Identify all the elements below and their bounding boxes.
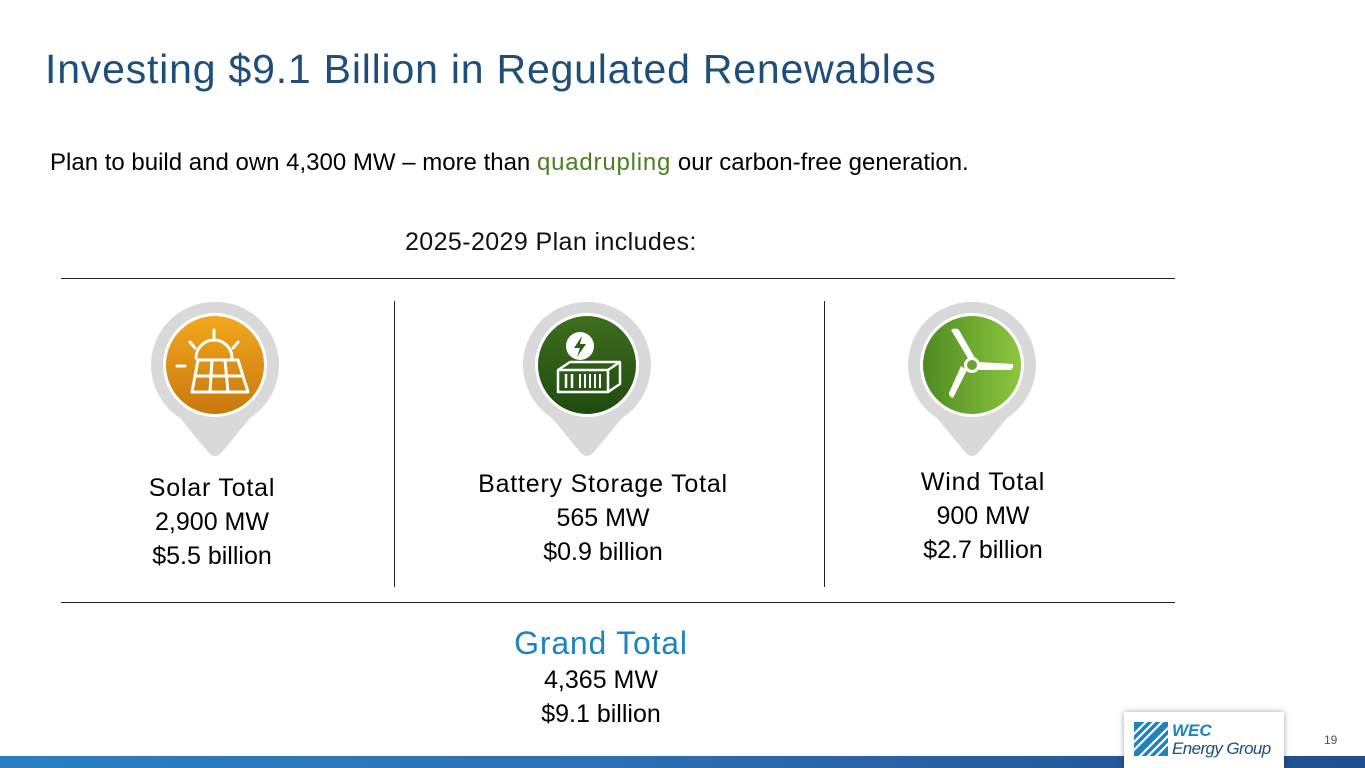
solar-summary: Solar Total 2,900 MW $5.5 billion — [112, 471, 312, 573]
solar-capacity: 2,900 MW — [155, 508, 269, 536]
wind-label: Wind Total — [920, 468, 1046, 496]
wind-summary: Wind Total 900 MW $2.7 billion — [883, 465, 1083, 567]
column-divider-1 — [394, 301, 395, 587]
solar-label: Solar Total — [148, 474, 276, 502]
battery-label: Battery Storage Total — [478, 470, 728, 498]
slide-title: Investing $9.1 Billion in Regulated Rene… — [45, 46, 937, 92]
plan-heading: 2025-2029 Plan includes: — [405, 228, 697, 256]
subtitle-text-start: Plan to build and own 4,300 MW – more th… — [50, 149, 537, 176]
bottom-divider — [61, 602, 1175, 603]
subtitle-highlight: quadrupling — [536, 149, 672, 176]
solar-investment: $5.5 billion — [152, 542, 272, 570]
solar-panel-icon — [150, 300, 280, 460]
top-divider — [61, 278, 1175, 279]
battery-storage-icon — [522, 300, 652, 460]
subtitle-text-end: our carbon-free generation. — [671, 149, 969, 176]
battery-summary: Battery Storage Total 565 MW $0.9 billio… — [443, 467, 763, 569]
column-divider-2 — [824, 301, 825, 587]
company-logo: WEC Energy Group — [1124, 712, 1284, 768]
grand-total-capacity: 4,365 MW — [544, 666, 658, 694]
wind-capacity: 900 MW — [936, 502, 1030, 530]
battery-investment: $0.9 billion — [543, 538, 663, 566]
wec-logo-mark-icon — [1134, 722, 1168, 756]
logo-energy-group-text: Energy Group — [1172, 739, 1271, 758]
battery-capacity: 565 MW — [556, 504, 650, 532]
logo-wec-text: WEC — [1172, 721, 1212, 740]
grand-total-label: Grand Total — [514, 625, 688, 661]
grand-total-investment: $9.1 billion — [541, 700, 661, 728]
grand-total-summary: Grand Total 4,365 MW $9.1 billion — [450, 623, 752, 731]
wind-turbine-icon — [907, 300, 1037, 460]
wind-investment: $2.7 billion — [923, 536, 1043, 564]
slide-subtitle: Plan to build and own 4,300 MW – more th… — [50, 149, 969, 177]
page-number: 19 — [1324, 733, 1338, 747]
